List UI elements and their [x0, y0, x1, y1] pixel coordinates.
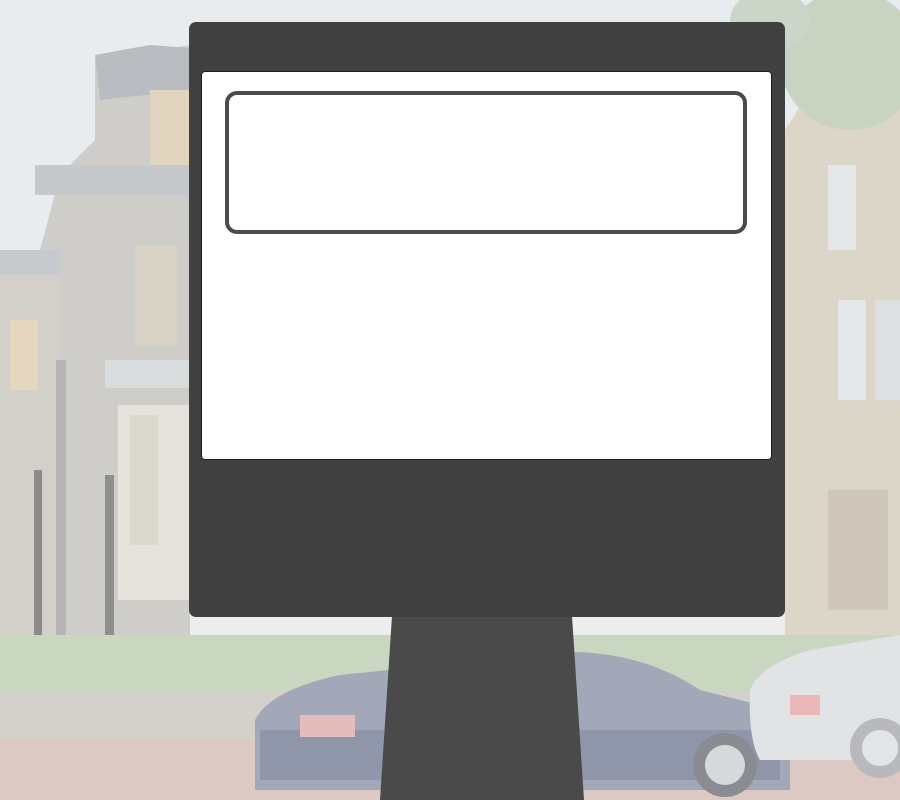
kiosk-text-display[interactable] — [225, 91, 747, 234]
street-scene — [0, 0, 900, 800]
kiosk-lower-panel — [201, 470, 772, 606]
kiosk-post — [380, 616, 584, 800]
